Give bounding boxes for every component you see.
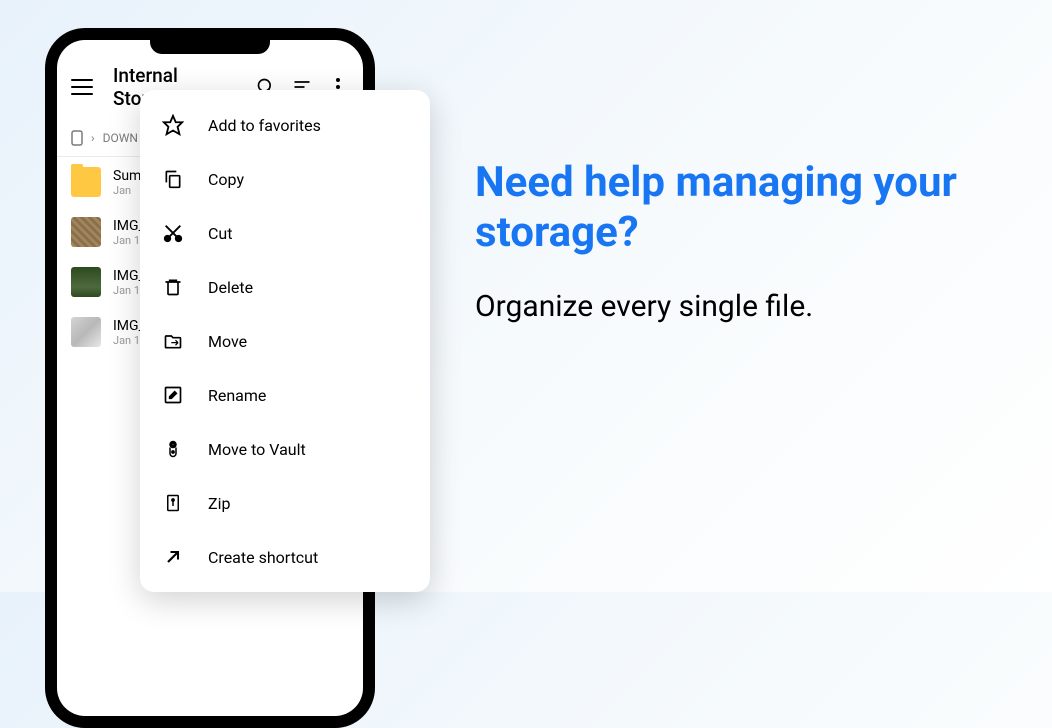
edit-icon bbox=[162, 384, 184, 406]
menu-item-move[interactable]: Move bbox=[140, 314, 430, 368]
menu-label: Cut bbox=[208, 224, 232, 243]
star-icon bbox=[162, 114, 184, 136]
notch bbox=[150, 40, 270, 54]
menu-label: Copy bbox=[208, 170, 244, 189]
menu-item-rename[interactable]: Rename bbox=[140, 368, 430, 422]
menu-label: Delete bbox=[208, 278, 253, 297]
menu-item-shortcut[interactable]: Create shortcut bbox=[140, 530, 430, 584]
menu-label: Move to Vault bbox=[208, 440, 306, 459]
image-thumbnail bbox=[71, 317, 101, 347]
marketing-copy: Need help managing your storage? Organiz… bbox=[475, 158, 1005, 324]
chevron-icon: › bbox=[91, 131, 95, 145]
image-thumbnail bbox=[71, 267, 101, 297]
menu-item-copy[interactable]: Copy bbox=[140, 152, 430, 206]
zip-icon bbox=[162, 492, 184, 514]
menu-item-cut[interactable]: Cut bbox=[140, 206, 430, 260]
device-icon bbox=[71, 130, 83, 146]
context-menu: Add to favorites Copy Cut Delete Move Re… bbox=[140, 90, 430, 592]
menu-icon[interactable] bbox=[71, 79, 93, 95]
move-icon bbox=[162, 330, 184, 352]
breadcrumb-text: DOWN bbox=[103, 131, 138, 145]
subline: Organize every single file. bbox=[475, 289, 1005, 324]
menu-label: Create shortcut bbox=[208, 548, 318, 567]
menu-item-zip[interactable]: Zip bbox=[140, 476, 430, 530]
menu-label: Add to favorites bbox=[208, 116, 321, 135]
file-date: Jan bbox=[113, 184, 141, 197]
image-thumbnail bbox=[71, 217, 101, 247]
headline: Need help managing your storage? bbox=[475, 158, 1005, 259]
menu-item-vault[interactable]: Move to Vault bbox=[140, 422, 430, 476]
menu-label: Rename bbox=[208, 386, 266, 405]
folder-icon bbox=[71, 167, 101, 197]
cut-icon bbox=[162, 222, 184, 244]
trash-icon bbox=[162, 276, 184, 298]
menu-item-delete[interactable]: Delete bbox=[140, 260, 430, 314]
menu-item-favorites[interactable]: Add to favorites bbox=[140, 98, 430, 152]
shortcut-icon bbox=[162, 546, 184, 568]
menu-label: Zip bbox=[208, 494, 230, 513]
menu-label: Move bbox=[208, 332, 247, 351]
file-name: Sum bbox=[113, 168, 141, 184]
lock-icon bbox=[162, 438, 184, 460]
copy-icon bbox=[162, 168, 184, 190]
